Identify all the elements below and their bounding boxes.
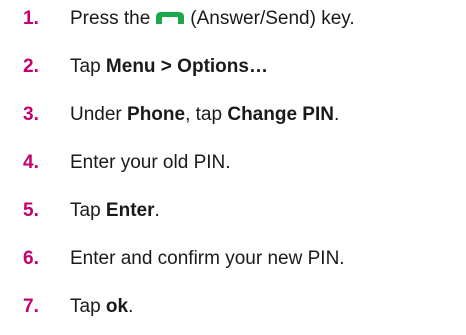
step-text-bold: Menu > Options… [105, 56, 268, 77]
step-text: Press the (Answer/Send) key. [70, 3, 355, 35]
step-text-before: Press the [70, 8, 151, 29]
step-text-bold-2: Change PIN [227, 104, 334, 125]
step-text: Tap Menu > Options… [70, 51, 268, 83]
step-text-bold: Enter [105, 200, 155, 221]
step-text-bold: ok [105, 296, 129, 317]
step-number: 2. [23, 56, 39, 77]
step-text-before: Tap [70, 56, 101, 77]
step-text-after: . [154, 200, 160, 221]
step-number: 4. [23, 152, 39, 173]
step-text: Enter your old PIN. [70, 152, 231, 173]
step-text-before: Under [70, 104, 122, 125]
step-number: 7. [23, 296, 39, 317]
step-text-bold: Phone [127, 104, 186, 125]
step-text: Tap Enter. [70, 195, 160, 227]
step-text-before: Tap [70, 296, 101, 317]
step-number: 1. [23, 8, 39, 29]
step-text-after: (Answer/Send) key. [190, 8, 355, 29]
step-text-middle: , tap [185, 104, 223, 125]
step-text-after: . [128, 296, 134, 317]
step-text: Tap ok. [70, 291, 133, 323]
step-text-before: Tap [70, 200, 101, 221]
step-text: Enter and confirm your new PIN. [70, 248, 345, 269]
step-number: 6. [23, 248, 39, 269]
step-number: 5. [23, 200, 39, 221]
step-number: 3. [23, 104, 39, 125]
answer-send-key-icon [154, 11, 186, 25]
step-text: Under Phone, tap Change PIN. [70, 99, 339, 131]
step-text-after: . [333, 104, 340, 125]
